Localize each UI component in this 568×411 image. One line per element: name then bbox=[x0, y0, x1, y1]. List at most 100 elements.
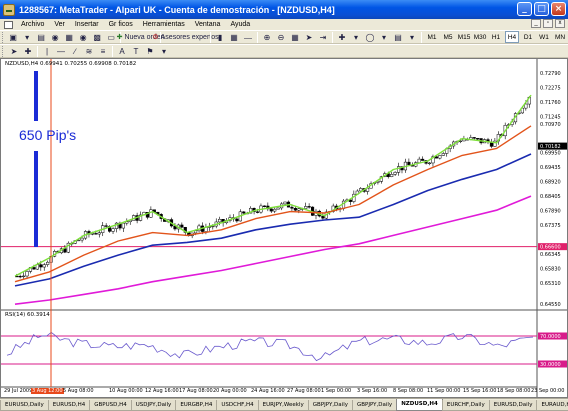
periods-icon[interactable]: ◯ bbox=[364, 31, 376, 43]
profiles-icon[interactable]: ▤ bbox=[35, 31, 47, 43]
indicators-icon[interactable]: ✚ bbox=[336, 31, 348, 43]
chart-tab[interactable]: EURUSD,Daily bbox=[0, 400, 49, 411]
timeframe-m1[interactable]: M1 bbox=[425, 31, 439, 43]
arrow-marker-icon[interactable]: ⚑ bbox=[144, 45, 156, 57]
maximize-button[interactable]: □ bbox=[534, 2, 549, 16]
chart-tab[interactable]: USDJPY,Daily bbox=[130, 400, 177, 411]
cursor-icon[interactable]: ➤ bbox=[8, 45, 20, 57]
terminal-icon[interactable]: ▩ bbox=[91, 31, 103, 43]
candle-body bbox=[242, 211, 246, 214]
vertical-line-icon[interactable]: | bbox=[41, 45, 53, 57]
date-tick-label: 1 Sep 00:00 bbox=[321, 388, 352, 394]
date-tick-label: 8 Sep 08:00 bbox=[393, 388, 424, 394]
candle-body bbox=[297, 208, 301, 211]
chart-minimize-button[interactable]: _ bbox=[531, 19, 541, 28]
timeframe-m5[interactable]: M5 bbox=[441, 31, 455, 43]
timeframe-w1[interactable]: W1 bbox=[537, 31, 551, 43]
toolbar-separator bbox=[37, 45, 38, 57]
candle-body bbox=[283, 201, 287, 205]
dropdown-arrow-icon[interactable]: ▾ bbox=[158, 45, 170, 57]
dropdown-arrow-icon[interactable]: ▾ bbox=[21, 31, 33, 43]
channel-icon[interactable]: ≋ bbox=[83, 45, 95, 57]
dropdown-arrow-icon[interactable]: ▾ bbox=[378, 31, 390, 43]
zoom-out-icon[interactable]: ⊖ bbox=[275, 31, 287, 43]
candle-body bbox=[476, 138, 480, 140]
chart-tab[interactable]: EURUSD,Daily bbox=[488, 400, 538, 411]
timeframe-d1[interactable]: D1 bbox=[521, 31, 535, 43]
fibonacci-icon[interactable]: ≡ bbox=[97, 45, 109, 57]
crosshair-icon[interactable]: ✚ bbox=[22, 45, 34, 57]
chart-close-button[interactable]: x bbox=[555, 19, 565, 28]
chart-restore-button[interactable]: ▫ bbox=[543, 19, 553, 28]
chart-tab[interactable]: EURGBP,H4 bbox=[175, 400, 218, 411]
toolbar-grip[interactable] bbox=[2, 45, 5, 57]
dropdown-arrow-icon[interactable]: ▾ bbox=[350, 31, 362, 43]
text-label-icon[interactable]: T bbox=[130, 45, 142, 57]
menu-insertar[interactable]: Insertar bbox=[70, 21, 104, 28]
menu-ver[interactable]: Ver bbox=[49, 21, 70, 28]
toolbar-separator bbox=[112, 45, 113, 57]
chart-tab[interactable]: EURJPY,Weekly bbox=[257, 400, 309, 411]
templates-icon[interactable]: ▤ bbox=[392, 31, 404, 43]
pip-annotation-label[interactable]: 650 Pip's bbox=[19, 127, 76, 143]
chart-tab[interactable]: GBPJPY,Daily bbox=[307, 400, 353, 411]
text-icon[interactable]: A bbox=[116, 45, 128, 57]
price-tick-label: 0.67375 bbox=[540, 223, 561, 229]
close-button[interactable]: × bbox=[551, 2, 566, 16]
menu-herramientas[interactable]: Herramientas bbox=[138, 21, 190, 28]
timeframe-h4[interactable]: H4 bbox=[505, 31, 520, 43]
toolbar-grip[interactable] bbox=[2, 31, 4, 43]
current-price-label: 0.70182 bbox=[540, 144, 561, 150]
strategy-tester-icon[interactable]: ▭ bbox=[105, 31, 117, 43]
menu-archivo[interactable]: Archivo bbox=[16, 21, 49, 28]
chart-tab[interactable]: EURCHF,Daily bbox=[441, 400, 490, 411]
price-tick-label: 0.64550 bbox=[540, 302, 561, 308]
zoom-in-icon[interactable]: ⊕ bbox=[261, 31, 273, 43]
price-chart[interactable]: 0.72790 0.72275 0.71760 0.71245 0.70970 0.701… bbox=[1, 59, 567, 397]
chart-tab[interactable]: NZDUSD,H4 bbox=[396, 399, 443, 411]
new-chart-icon[interactable]: ▣ bbox=[7, 31, 19, 43]
chart-tab[interactable]: EURUSD,H4 bbox=[47, 400, 91, 411]
market-watch-icon[interactable]: ◉ bbox=[49, 31, 61, 43]
expert-advisors-button[interactable]: ⚙ Asesores expertos bbox=[152, 31, 218, 43]
drawing-toolbar: ➤ ✚ | — ∕ ≋ ≡ A T ⚑ ▾ bbox=[0, 44, 568, 58]
candle-body bbox=[304, 206, 308, 209]
rsi-level-label: 70.0000 bbox=[540, 334, 561, 340]
price-tick-label: 0.67890 bbox=[540, 208, 561, 214]
candle-body bbox=[255, 211, 260, 213]
candlestick-icon[interactable]: ▦ bbox=[228, 31, 240, 43]
chart-tab[interactable]: EURAUD,H bbox=[536, 400, 568, 411]
timeframe-m15[interactable]: M15 bbox=[457, 31, 471, 43]
candle-body bbox=[276, 207, 280, 210]
menu-ventana[interactable]: Ventana bbox=[190, 21, 226, 28]
menu-ayuda[interactable]: Ayuda bbox=[225, 21, 255, 28]
candle-body bbox=[441, 153, 445, 156]
document-icon[interactable] bbox=[4, 20, 13, 29]
candle-body bbox=[80, 237, 84, 241]
trendline-icon[interactable]: ∕ bbox=[69, 45, 81, 57]
chart-tab[interactable]: GBPJPY,Daily bbox=[351, 400, 398, 411]
bar-chart-icon[interactable]: ▮ bbox=[214, 31, 226, 43]
timeframe-mn[interactable]: MN bbox=[553, 31, 567, 43]
candle-body bbox=[180, 224, 184, 228]
horizontal-line-icon[interactable]: — bbox=[55, 45, 67, 57]
chart-shift-icon[interactable]: ➤ bbox=[303, 31, 315, 43]
menu-graficos[interactable]: Gr ficos bbox=[104, 21, 138, 28]
line-chart-icon[interactable]: ⎼ bbox=[242, 31, 254, 43]
date-tick-label: 3 Sep 16:00 bbox=[357, 388, 388, 394]
price-tick-label: 0.70970 bbox=[540, 122, 561, 128]
price-tick-label: 0.68920 bbox=[540, 180, 561, 186]
auto-scroll-icon[interactable]: ⇥ bbox=[317, 31, 329, 43]
dropdown-arrow-icon[interactable]: ▾ bbox=[406, 31, 418, 43]
timeframe-m30[interactable]: M30 bbox=[473, 31, 487, 43]
timeframe-h1[interactable]: H1 bbox=[489, 31, 503, 43]
data-window-icon[interactable]: ▦ bbox=[63, 31, 75, 43]
chart-tab[interactable]: GBPUSD,H4 bbox=[89, 400, 132, 411]
chart-window[interactable]: 0.72790 0.72275 0.71760 0.71245 0.70970 0.701… bbox=[0, 58, 568, 398]
navigator-icon[interactable]: ◉ bbox=[77, 31, 89, 43]
minimize-button[interactable]: _ bbox=[517, 2, 532, 16]
tile-windows-icon[interactable]: ▦ bbox=[289, 31, 301, 43]
chart-tab[interactable]: USDCHF,H4 bbox=[216, 400, 259, 411]
title-bar[interactable]: 1288567: MetaTrader - Alpari UK - Cuenta… bbox=[0, 0, 568, 19]
candle-body bbox=[421, 158, 425, 161]
